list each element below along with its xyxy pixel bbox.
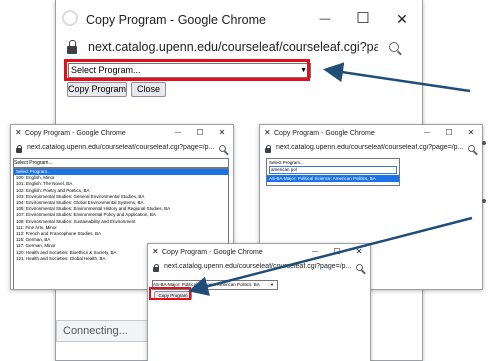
highlight-main-select xyxy=(64,59,310,81)
main-window-title: Copy Program - Google Chrome xyxy=(86,13,266,27)
close-icon[interactable]: ✕ xyxy=(382,0,422,38)
main-titlebar: Copy Program - Google Chrome — ☐ ✕ xyxy=(56,0,422,40)
maximize-icon[interactable]: ☐ xyxy=(438,125,460,141)
result-window: ✕ Copy Program - Google Chrome — ☐ ✕ nex… xyxy=(147,243,371,361)
maximize-icon[interactable]: ☐ xyxy=(189,125,211,141)
main-urlbar[interactable]: next.catalog.upenn.edu/courseleaf/course… xyxy=(56,36,422,60)
highlight-copy-button xyxy=(149,287,191,300)
close-icon[interactable]: ✕ xyxy=(460,125,482,141)
search-window-controls: — ☐ ✕ xyxy=(416,125,482,141)
zoom-icon[interactable] xyxy=(468,145,475,152)
main-window-controls: — ☐ ✕ xyxy=(306,0,422,38)
search-input[interactable]: american pol xyxy=(269,166,397,174)
chrome-close-icon: ✕ xyxy=(264,128,271,137)
minimize-icon[interactable]: — xyxy=(167,125,189,141)
search-url[interactable]: next.catalog.upenn.edu/courseleaf/course… xyxy=(276,144,464,151)
list-select-value: Select Program... xyxy=(14,160,53,166)
result-url[interactable]: next.catalog.upenn.edu/courseleaf/course… xyxy=(164,263,352,270)
zoom-icon[interactable] xyxy=(389,42,399,52)
status-text: Connecting... xyxy=(63,325,128,337)
lock-icon xyxy=(265,145,271,153)
lock-icon xyxy=(67,40,78,54)
list-url[interactable]: next.catalog.upenn.edu/courseleaf/course… xyxy=(27,144,215,151)
bullet-dot xyxy=(482,199,486,203)
bullet-dot xyxy=(482,141,486,145)
lock-icon xyxy=(16,145,22,153)
chrome-close-icon: ✕ xyxy=(152,247,159,256)
search-titlebar: ✕ Copy Program - Google Chrome — ☐ ✕ xyxy=(260,125,482,143)
list-window-controls: — ☐ ✕ xyxy=(167,125,233,141)
search-select-value: Select Program... xyxy=(269,160,304,165)
result-urlbar[interactable]: next.catalog.upenn.edu/courseleaf/course… xyxy=(148,262,370,274)
list-program-select[interactable]: Select Program... xyxy=(13,158,229,168)
result-titlebar: ✕ Copy Program - Google Chrome — ☐ ✕ xyxy=(148,244,370,262)
close-button[interactable]: Close xyxy=(131,82,166,97)
close-icon[interactable]: ✕ xyxy=(348,244,370,260)
chevron-down-icon: ▼ xyxy=(270,281,274,289)
chrome-app-icon xyxy=(62,10,78,26)
result-window-title: Copy Program - Google Chrome xyxy=(162,249,263,256)
copy-program-button[interactable]: Copy Program xyxy=(67,82,127,97)
chrome-close-icon: ✕ xyxy=(15,128,22,137)
close-icon[interactable]: ✕ xyxy=(211,125,233,141)
minimize-icon[interactable]: — xyxy=(304,244,326,260)
search-dropdown[interactable]: Select Program... american pol AS-BA-Maj… xyxy=(266,158,400,186)
list-urlbar[interactable]: next.catalog.upenn.edu/courseleaf/course… xyxy=(11,143,233,155)
zoom-icon[interactable] xyxy=(219,145,226,152)
main-url[interactable]: next.catalog.upenn.edu/courseleaf/course… xyxy=(88,40,378,54)
search-urlbar[interactable]: next.catalog.upenn.edu/courseleaf/course… xyxy=(260,143,482,155)
maximize-icon[interactable]: ☐ xyxy=(344,0,382,38)
search-window-title: Copy Program - Google Chrome xyxy=(274,130,375,137)
zoom-icon[interactable] xyxy=(356,264,363,271)
search-input-value: american pol xyxy=(271,167,297,172)
search-result-option[interactable]: AS-BA-Major: Political Science: American… xyxy=(267,175,399,182)
result-window-controls: — ☐ ✕ xyxy=(304,244,370,260)
list-window-title: Copy Program - Google Chrome xyxy=(25,130,126,137)
minimize-icon[interactable]: — xyxy=(416,125,438,141)
maximize-icon[interactable]: ☐ xyxy=(326,244,348,260)
minimize-icon[interactable]: — xyxy=(306,0,344,38)
list-titlebar: ✕ Copy Program - Google Chrome — ☐ ✕ xyxy=(11,125,233,143)
lock-icon xyxy=(153,264,159,272)
